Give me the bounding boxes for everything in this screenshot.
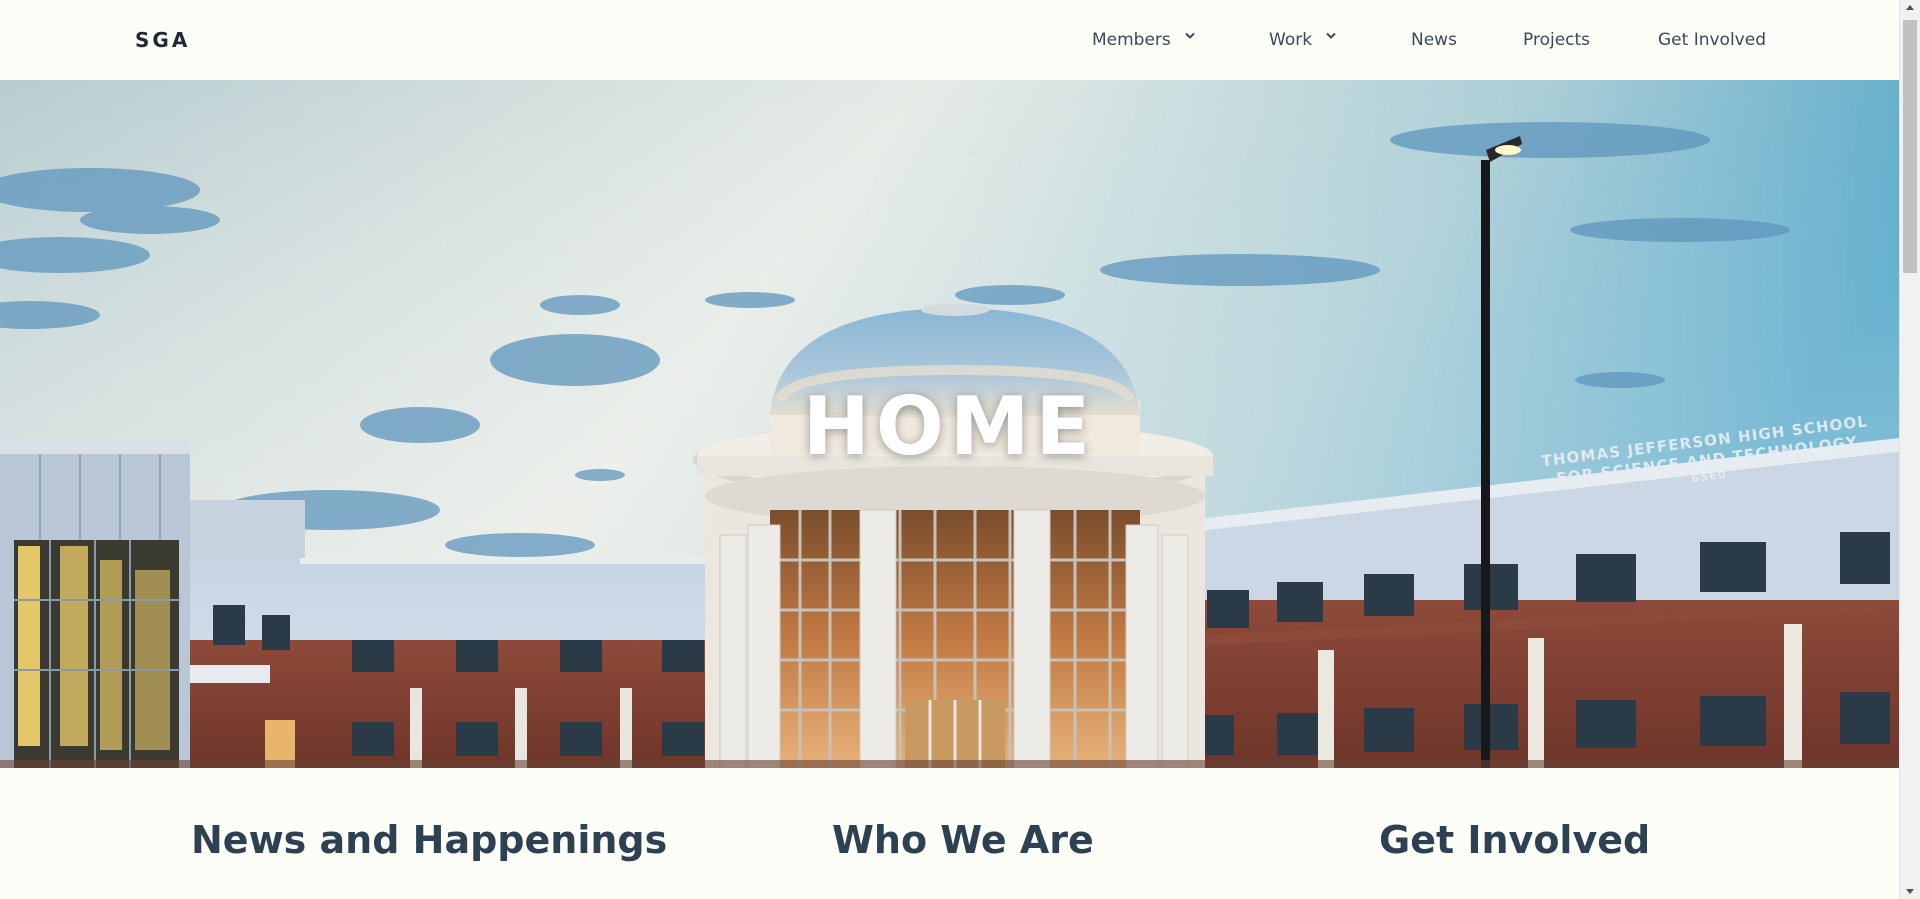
brand-logo-link[interactable]: SGA [135, 28, 190, 52]
nav-news[interactable]: News [1411, 30, 1457, 50]
nav-work[interactable]: Work [1269, 30, 1336, 50]
scrollbar-thumb[interactable] [1903, 20, 1917, 273]
nav-work-label: Work [1269, 30, 1313, 50]
page: SGA Members Work News Projects Get Invol… [0, 0, 1899, 899]
get-involved-heading: Get Involved [1379, 818, 1651, 862]
scroll-up-arrow-icon[interactable] [1906, 5, 1914, 10]
scroll-down-arrow-icon[interactable] [1906, 889, 1914, 894]
chevron-down-icon [1185, 32, 1195, 42]
top-navbar: SGA Members Work News Projects Get Invol… [0, 0, 1899, 80]
nav-get-involved[interactable]: Get Involved [1658, 30, 1766, 50]
nav-projects[interactable]: Projects [1523, 30, 1590, 50]
vertical-scrollbar[interactable] [1899, 0, 1920, 899]
news-and-happenings-heading: News and Happenings [191, 818, 668, 862]
nav-members[interactable]: Members [1092, 30, 1195, 50]
chevron-down-icon [1326, 32, 1336, 42]
who-we-are-heading: Who We Are [832, 818, 1094, 862]
hero-banner: HOME THOMAS JEFFERSON HIGH SCHOOL FOR SC… [0, 80, 1899, 768]
nav-members-label: Members [1092, 30, 1171, 50]
